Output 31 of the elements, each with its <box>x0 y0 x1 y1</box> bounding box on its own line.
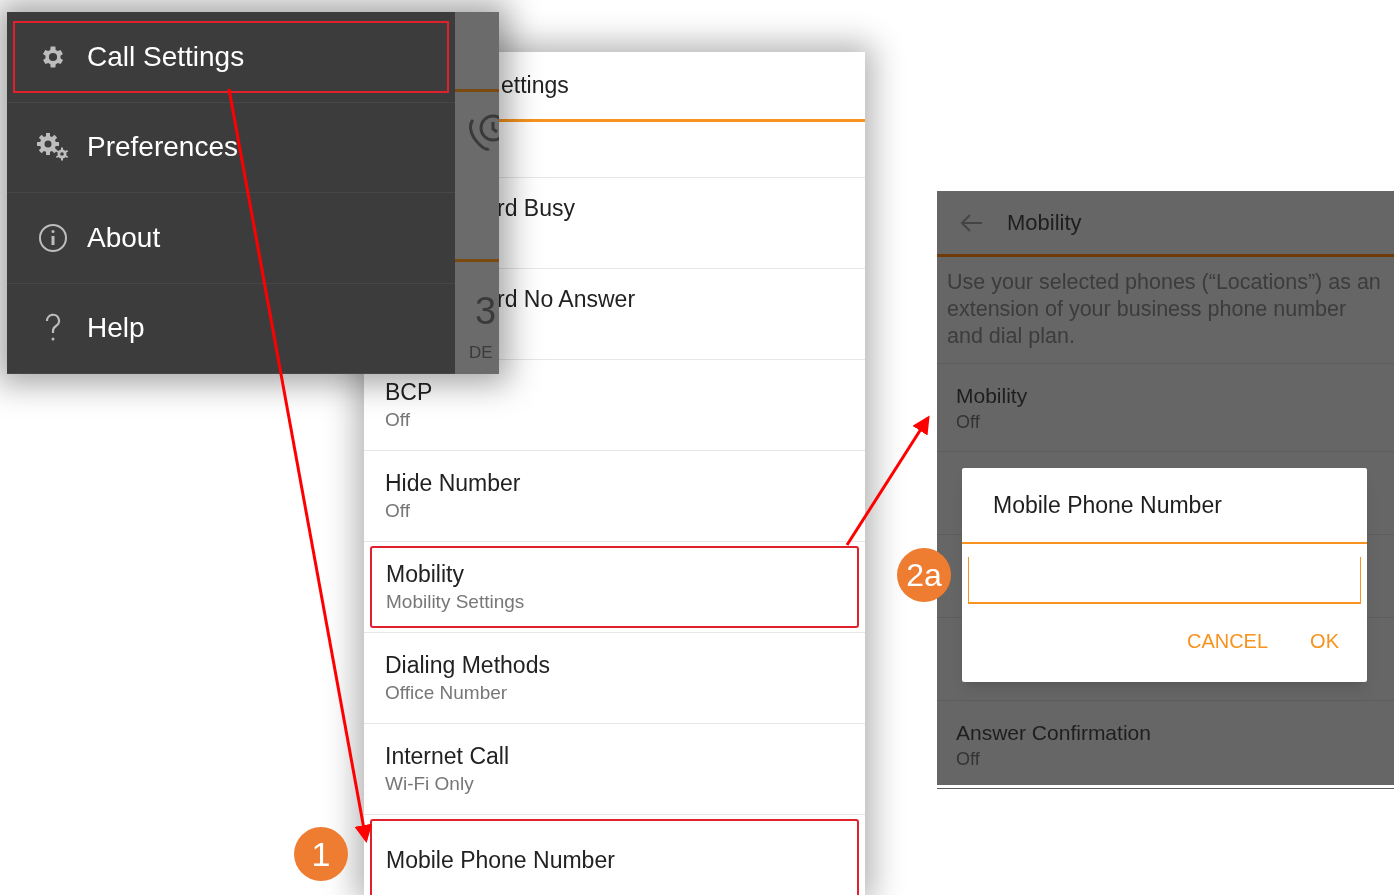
phone-clock-icon <box>467 112 499 152</box>
settings-row[interactable]: Mobility Mobility Settings <box>370 546 859 628</box>
header-title: Mobility <box>1007 209 1082 237</box>
row-title: Mobility <box>956 382 1029 409</box>
row-title: Answer Confirmation <box>956 719 1152 746</box>
row-title: Internet Call <box>385 742 510 771</box>
row-value: Off <box>385 408 411 432</box>
phone-number-input[interactable] <box>968 557 1361 604</box>
settings-row[interactable]: Internet Call Wi-Fi Only <box>364 724 865 814</box>
back-arrow-icon[interactable] <box>959 212 983 233</box>
gears-icon <box>36 132 70 163</box>
settings-row[interactable]: Hide Number Off <box>364 451 865 541</box>
row-title: BCP <box>385 378 434 407</box>
row-title: Mobile Phone Number <box>386 846 616 875</box>
row-value: Off <box>385 499 411 523</box>
row-value: Wi-Fi Only <box>385 772 475 796</box>
header-title: ettings <box>501 71 569 101</box>
row-value: Office Number <box>385 681 509 705</box>
row-title: Dialing Methods <box>385 651 551 680</box>
row-value: Mobility Settings <box>386 590 526 614</box>
settings-row[interactable]: BCP Off <box>364 360 865 450</box>
row-title: Hide Number <box>385 469 522 498</box>
settings-row[interactable]: Mobile Phone Number <box>370 819 859 895</box>
row-title: rd Busy <box>497 194 576 223</box>
row-title: Mobility <box>386 560 465 589</box>
drawer-item[interactable]: Call Settings <box>13 20 449 93</box>
dialog-title: Mobile Phone Number <box>993 490 1222 520</box>
settings-row[interactable]: Dialing Methods Office Number <box>364 633 865 723</box>
info-icon <box>38 222 68 253</box>
step-callout: 2a <box>897 548 951 602</box>
step-callout: 1 <box>294 827 348 881</box>
